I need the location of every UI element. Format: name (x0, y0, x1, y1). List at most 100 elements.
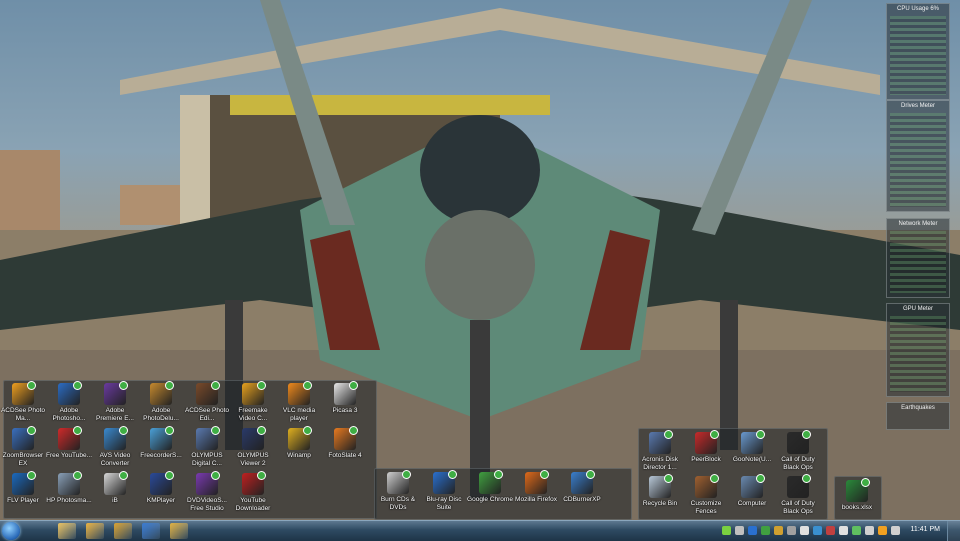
desktop-icon[interactable]: Google Chrome (467, 470, 513, 504)
tray-icon-4[interactable] (761, 526, 770, 535)
tray-icon-3[interactable] (748, 526, 757, 535)
acronis-icon (649, 430, 673, 454)
desktop-icon-label: GooNote(U... (732, 456, 772, 463)
desktop-icon[interactable]: books.xlsx (834, 478, 880, 512)
status-check-icon (165, 471, 174, 480)
desktop-icon-label: FreecorderS... (140, 452, 182, 459)
desktop-icon[interactable]: CDBurnerXP (559, 470, 605, 504)
desktop-icon[interactable]: FotoSlate 4 (322, 426, 368, 460)
status-check-icon (73, 471, 82, 480)
desktop-icon[interactable]: Blu-ray Disc Suite (421, 470, 467, 512)
tray-icon-13[interactable] (878, 526, 887, 535)
desktop-icon[interactable]: Call of Duty Black Ops (775, 430, 821, 472)
dvdvideosoft-icon (196, 471, 220, 495)
desktop-icon[interactable]: Picasa 3 (322, 381, 368, 415)
status-check-icon (211, 426, 220, 435)
fences-icon (695, 474, 719, 498)
youtube-download-icon (58, 426, 82, 450)
tray-icon-5[interactable] (774, 526, 783, 535)
desktop-icon-label: YouTube Downloader (235, 497, 271, 512)
desktop-icon[interactable]: Call of Duty Black Ops (775, 474, 821, 516)
tray-icon-8[interactable] (813, 526, 822, 535)
desktop-icon[interactable]: AVS Video Converter (92, 426, 138, 468)
media-player-icon[interactable] (142, 523, 160, 539)
ib-icon (104, 471, 128, 495)
desktop-icon[interactable]: Adobe Photosho... (46, 381, 92, 423)
tray-icon-1[interactable] (722, 526, 731, 535)
explorer-icon[interactable] (58, 523, 76, 539)
desktop-icon-label: AVS Video Converter (99, 452, 131, 467)
desktop-icon[interactable]: Adobe Premiere E... (92, 381, 138, 423)
tray-icon-14[interactable] (891, 526, 900, 535)
tray-icon-7[interactable] (800, 526, 809, 535)
earthquakes-title: Earthquakes (901, 405, 935, 411)
desktop-icon-label: FotoSlate 4 (328, 452, 362, 459)
desktop-icon-label: Recycle Bin (642, 500, 678, 507)
desktop-icon[interactable]: KMPlayer (138, 471, 184, 505)
status-check-icon (402, 470, 411, 479)
tray-icon-2[interactable] (735, 526, 744, 535)
desktop-icon[interactable]: OLYMPUS Viewer 2 (230, 426, 276, 468)
desktop-icon[interactable]: Winamp (276, 426, 322, 460)
desktop-icon-label: Blu-ray Disc Suite (426, 496, 462, 511)
earthquakes-gadget[interactable]: Earthquakes (886, 402, 950, 430)
tray-icon-6[interactable] (787, 526, 796, 535)
desktop-icon[interactable]: Adobe PhotoDelu... (138, 381, 184, 423)
excel-file-icon (846, 478, 870, 502)
tray-icon-11[interactable] (852, 526, 861, 535)
status-check-icon (664, 474, 673, 483)
desktop-icon[interactable]: VLC media player (276, 381, 322, 423)
desktop-icon-label: Adobe PhotoDelu... (143, 407, 179, 422)
clock[interactable]: 11:41 PM (911, 526, 940, 533)
drives-meter-gadget[interactable]: Drives Meter (886, 100, 950, 212)
desktop-icon[interactable]: YouTube Downloader (230, 471, 276, 513)
tray-icon-9[interactable] (826, 526, 835, 535)
desktop-icon[interactable]: PeerBlock (683, 430, 729, 464)
desktop-icon[interactable]: GooNote(U... (729, 430, 775, 464)
desktop-icon[interactable]: Computer (729, 474, 775, 508)
status-check-icon (257, 381, 266, 390)
desktop-icon[interactable]: FreecorderS... (138, 426, 184, 460)
desktop-icon-label: PeerBlock (691, 456, 721, 463)
desktop-icon[interactable]: FLV Player (0, 471, 46, 505)
cod-mp-icon (787, 474, 811, 498)
desktop-icon[interactable]: OLYMPUS Digital C... (184, 426, 230, 468)
status-check-icon (119, 381, 128, 390)
desktop-icon[interactable]: Free YouTube... (46, 426, 92, 460)
photoshop-elements-icon (58, 381, 82, 405)
acdsee-editor-icon (196, 381, 220, 405)
desktop-icon[interactable]: DVDVideoS... Free Studio (184, 471, 230, 513)
tray-icon-10[interactable] (839, 526, 848, 535)
desktop-icon[interactable]: Burn CDs & DVDs (375, 470, 421, 512)
gpu-meter-gadget[interactable]: GPU Meter (886, 303, 950, 397)
desktop-icon-label: FLV Player (7, 497, 39, 504)
desktop-icon-label: Mozilla Firefox (515, 496, 557, 503)
folder-icon[interactable] (86, 523, 104, 539)
desktop-icon[interactable]: Freemake Video C... (230, 381, 276, 423)
goonote-icon (741, 430, 765, 454)
network-meter-gadget[interactable]: Network Meter (886, 218, 950, 298)
desktop-icon-label: OLYMPUS Viewer 2 (237, 452, 269, 467)
olympus-viewer-icon (242, 426, 266, 450)
desktop-icon-label: DVDVideoS... Free Studio (187, 497, 227, 512)
desktop-icon[interactable]: ACDSee Photo Edi... (184, 381, 230, 423)
desktop-icon[interactable]: iB (92, 471, 138, 505)
desktop-icon[interactable]: HP Photosma... (46, 471, 92, 505)
desktop-icon[interactable]: Customize Fences (683, 474, 729, 516)
desktop-icon[interactable]: ACDSee Photo Ma... (0, 381, 46, 423)
show-desktop-button[interactable] (947, 521, 960, 541)
folder-icon[interactable] (170, 523, 188, 539)
tray-icon-12[interactable] (865, 526, 874, 535)
cpu-meter-gadget[interactable]: CPU Usage 6% (886, 3, 950, 100)
desktop-icon-label: ZoomBrowser EX (2, 452, 44, 467)
desktop-icon-label: KMPlayer (146, 497, 176, 504)
desktop-icon[interactable]: Acronis Disk Director 1... (637, 430, 683, 472)
desktop-icon-label: Free YouTube... (46, 452, 92, 459)
desktop-icon[interactable]: Recycle Bin (637, 474, 683, 508)
folder-icon[interactable] (114, 523, 132, 539)
desktop-icon[interactable]: Mozilla Firefox (513, 470, 559, 504)
start-button[interactable] (2, 522, 20, 540)
status-check-icon (756, 474, 765, 483)
desktop-icon[interactable]: ZoomBrowser EX (0, 426, 46, 468)
desktop-icon-label: Adobe Photosho... (52, 407, 86, 422)
